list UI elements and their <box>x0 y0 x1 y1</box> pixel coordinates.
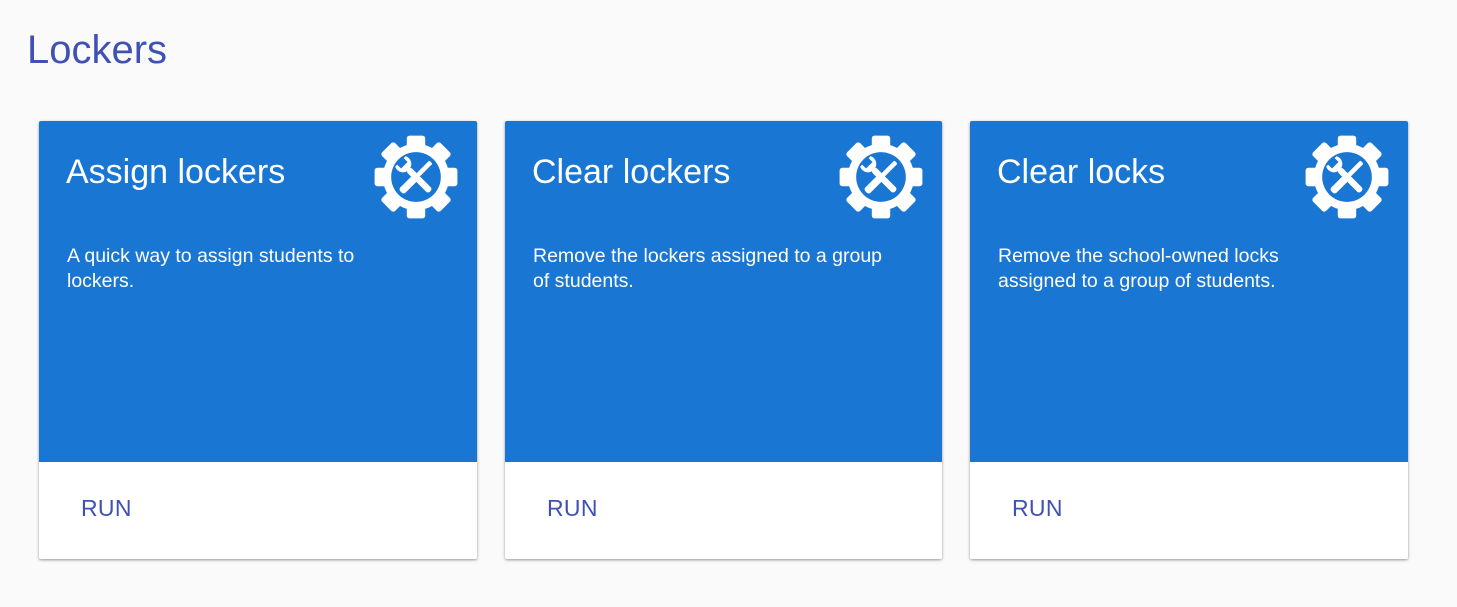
run-button[interactable]: RUN <box>67 484 146 532</box>
card-header: Assign lockers A quick way to assign stu… <box>39 121 477 462</box>
gear-tools-icon <box>1301 131 1393 223</box>
card-title: Clear lockers <box>532 153 731 191</box>
card-title: Clear locks <box>997 153 1166 191</box>
card-title: Assign lockers <box>66 153 286 191</box>
run-button[interactable]: RUN <box>533 484 612 532</box>
card-clear-lockers: Clear lockers Remove the lockers assigne… <box>505 121 942 559</box>
page-title: Lockers <box>27 28 168 72</box>
gear-tools-icon <box>835 131 927 223</box>
card-clear-locks: Clear locks Remove the school-owned lock… <box>970 121 1408 559</box>
gear-tools-icon <box>370 131 462 223</box>
card-description: Remove the school-owned locks assigned t… <box>998 245 1279 292</box>
card-actions: RUN <box>39 462 477 559</box>
run-button[interactable]: RUN <box>998 484 1077 532</box>
page: Lockers Assign lockers A quick way to as… <box>0 0 1457 607</box>
card-actions: RUN <box>970 462 1408 559</box>
card-actions: RUN <box>505 462 942 559</box>
card-header: Clear locks Remove the school-owned lock… <box>970 121 1408 462</box>
card-assign-lockers: Assign lockers A quick way to assign stu… <box>39 121 477 559</box>
card-description: A quick way to assign students to locker… <box>67 245 355 292</box>
card-description: Remove the lockers assigned to a group o… <box>533 245 883 292</box>
card-header: Clear lockers Remove the lockers assigne… <box>505 121 942 462</box>
